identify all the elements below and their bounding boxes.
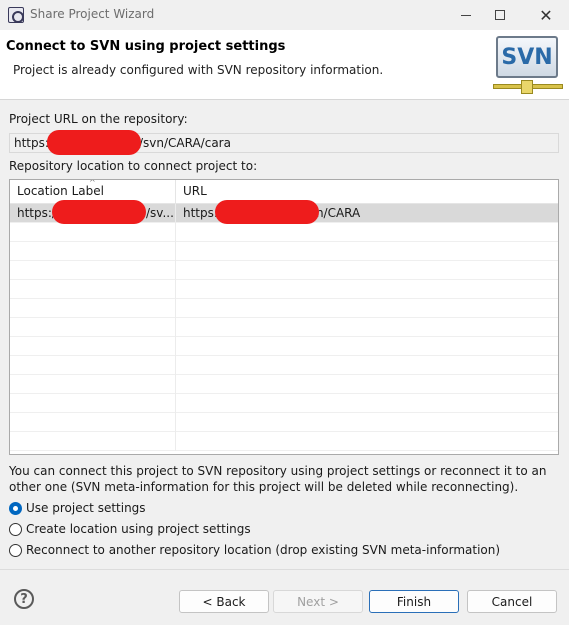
cell-text-suffix: /sv... <box>145 206 174 220</box>
redaction-mark <box>52 200 146 224</box>
svn-logo: SVN <box>493 33 565 98</box>
wizard-description: Project is already configured with SVN r… <box>13 63 384 77</box>
back-button[interactable]: < Back <box>179 590 269 613</box>
radio-label: Reconnect to another repository location… <box>26 543 501 557</box>
close-button[interactable]: ✕ <box>529 0 563 30</box>
redaction-mark <box>47 130 141 155</box>
radio-reconnect[interactable]: Reconnect to another repository location… <box>9 541 500 559</box>
finish-button[interactable]: Finish <box>369 590 459 613</box>
close-icon: ✕ <box>539 5 553 25</box>
table-row <box>10 261 558 280</box>
eclipse-app-icon <box>8 7 24 23</box>
radio-unchecked-icon <box>9 522 22 536</box>
repository-location-label: Repository location to connect project t… <box>9 159 258 173</box>
radio-label: Create location using project settings <box>26 522 251 536</box>
radio-checked-icon <box>9 501 22 515</box>
cancel-button[interactable]: Cancel <box>467 590 557 613</box>
cell-text-prefix: https:/ <box>17 206 56 220</box>
table-row <box>10 299 558 318</box>
minimize-button[interactable] <box>449 0 483 30</box>
table-row <box>10 280 558 299</box>
maximize-icon <box>495 10 505 20</box>
column-header-text: URL <box>183 184 207 198</box>
table-row <box>10 337 558 356</box>
wizard-header: Connect to SVN using project settings Pr… <box>0 30 569 100</box>
sort-caret-icon: ^ <box>89 179 96 187</box>
project-url-label: Project URL on the repository: <box>9 112 188 126</box>
redaction-mark <box>215 200 319 224</box>
radio-create-location[interactable]: Create location using project settings <box>9 520 251 538</box>
cell-text-suffix: n/CARA <box>315 206 361 220</box>
maximize-button[interactable] <box>483 0 517 30</box>
connection-info-text: You can connect this project to SVN repo… <box>9 464 547 494</box>
table-row <box>10 356 558 375</box>
help-icon[interactable]: ? <box>14 589 34 609</box>
title-bar: Share Project Wizard ✕ <box>0 0 569 30</box>
project-url-suffix: /svn/CARA/cara <box>138 136 231 150</box>
radio-label: Use project settings <box>26 501 146 515</box>
svn-logo-node <box>521 80 533 94</box>
minimize-icon <box>461 14 471 16</box>
next-button[interactable]: Next > <box>273 590 363 613</box>
wizard-title: Connect to SVN using project settings <box>6 39 286 54</box>
radio-unchecked-icon <box>9 543 22 557</box>
wizard-footer: ? < Back Next > Finish Cancel <box>0 569 569 625</box>
table-row <box>10 223 558 242</box>
svn-logo-text: SVN <box>496 36 558 78</box>
cell-text-prefix: https: <box>183 206 218 220</box>
table-row <box>10 318 558 337</box>
table-row <box>10 413 558 432</box>
radio-use-project-settings[interactable]: Use project settings <box>9 499 146 517</box>
table-row <box>10 432 558 451</box>
window-title: Share Project Wizard <box>30 7 155 21</box>
table-row <box>10 394 558 413</box>
table-body: https:/ /sv... https: n/CARA <box>10 204 558 451</box>
table-row <box>10 375 558 394</box>
table-row <box>10 242 558 261</box>
